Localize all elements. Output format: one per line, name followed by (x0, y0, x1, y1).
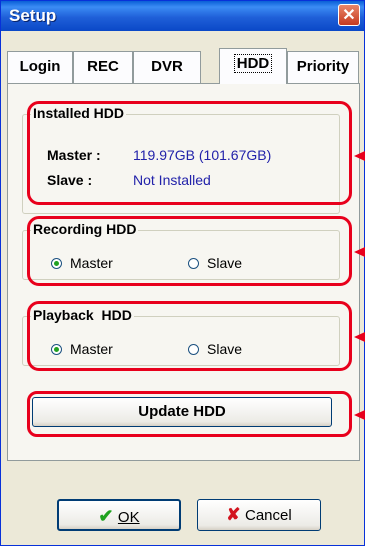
window-title: Setup (9, 6, 57, 25)
highlight-playback (27, 301, 352, 371)
highlight-update (27, 391, 352, 437)
tab-hdd[interactable]: HDD (219, 48, 287, 84)
cancel-button[interactable]: ✘ Cancel (197, 499, 321, 531)
pointer-arrow-icon (354, 410, 365, 420)
highlight-recording (27, 216, 352, 286)
ok-label: OK (117, 509, 140, 526)
ok-button[interactable]: ✔ OK (57, 499, 181, 531)
tab-priority[interactable]: Priority (287, 51, 359, 83)
check-icon: ✔ (98, 506, 114, 526)
pointer-arrow-icon (354, 247, 365, 257)
pointer-arrow-icon (354, 332, 365, 342)
tab-rec[interactable]: REC (73, 51, 133, 83)
pointer-arrow-icon (354, 151, 365, 161)
tab-dvr[interactable]: DVR (133, 51, 201, 83)
close-button[interactable]: ✕ (338, 4, 360, 26)
cancel-label: Cancel (245, 507, 292, 524)
title-bar[interactable]: Setup ✕ (1, 1, 364, 31)
tab-hdd-label: HDD (233, 54, 273, 73)
close-icon: ✕ (342, 7, 356, 24)
setup-window: Setup ✕ Login REC DVR HDD Priority Insta… (0, 0, 365, 546)
x-icon: ✘ (226, 505, 241, 524)
tab-login[interactable]: Login (7, 51, 73, 83)
highlight-installed (27, 101, 352, 205)
